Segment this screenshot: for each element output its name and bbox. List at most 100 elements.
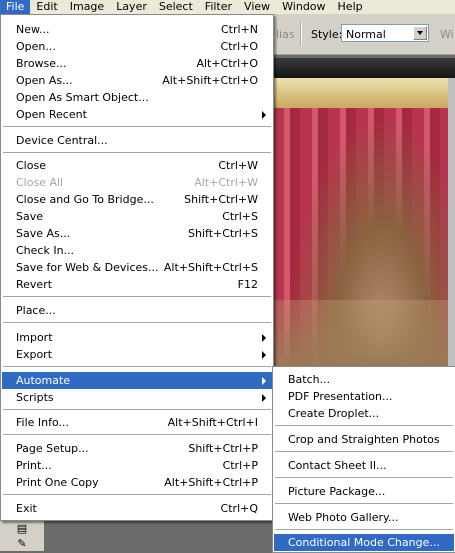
menu-item-label: Print One Copy (16, 476, 99, 489)
menu-layer[interactable]: Layer (110, 0, 153, 14)
submenu-item-pdf-presentation[interactable]: PDF Presentation... (274, 388, 454, 405)
menu-item-print[interactable]: Print... Ctrl+P (2, 457, 272, 474)
menu-item-new[interactable]: New... Ctrl+N (2, 21, 272, 38)
menu-edit[interactable]: Edit (30, 0, 63, 14)
submenu-item-picture-package[interactable]: Picture Package... (274, 483, 454, 500)
vertical-scrollbar[interactable] (448, 78, 455, 370)
notes-tool-icon[interactable]: ▤ (14, 522, 30, 536)
menu-item-label: Picture Package... (288, 485, 386, 498)
chevron-down-icon[interactable] (413, 26, 427, 40)
file-menu: New... Ctrl+N Open... Ctrl+O Browse... Alt+… (0, 14, 274, 521)
menu-item-shortcut: Ctrl+S (222, 210, 258, 223)
menu-item-shortcut: Alt+Ctrl+O (196, 57, 258, 70)
menu-item-close-and-go-to-bridge[interactable]: Close and Go To Bridge... Shift+Ctrl+W (2, 191, 272, 208)
menu-item-shortcut: Alt+Shift+Ctrl+I (167, 416, 258, 429)
menu-item-place[interactable]: Place... (2, 302, 272, 319)
menu-item-print-one-copy[interactable]: Print One Copy Alt+Shift+Ctrl+P (2, 474, 272, 491)
menu-item-open-recent[interactable]: Open Recent (2, 106, 272, 123)
menu-item-open[interactable]: Open... Ctrl+O (2, 38, 272, 55)
antialias-label: lias (276, 28, 295, 41)
menu-item-label: Open Recent (16, 108, 87, 121)
menu-item-label: Check In... (16, 244, 75, 257)
menu-separator (3, 434, 271, 435)
menu-separator (275, 477, 453, 478)
submenu-item-create-droplet[interactable]: Create Droplet... (274, 405, 454, 422)
menu-separator (3, 152, 271, 153)
menu-item-close[interactable]: Close Ctrl+W (2, 157, 272, 174)
menu-item-shortcut: Alt+Shift+Ctrl+P (164, 476, 258, 489)
menu-item-label: Close (16, 159, 46, 172)
menu-item-revert[interactable]: Revert F12 (2, 276, 272, 293)
automate-submenu: Batch... PDF Presentation... Create Drop… (272, 366, 455, 553)
menu-select[interactable]: Select (153, 0, 199, 14)
menu-item-browse[interactable]: Browse... Alt+Ctrl+O (2, 55, 272, 72)
menu-item-import[interactable]: Import (2, 329, 272, 346)
menu-item-save-for-web[interactable]: Save for Web & Devices... Alt+Shift+Ctrl+… (2, 259, 272, 276)
menu-separator (275, 529, 453, 530)
menu-item-shortcut: Alt+Ctrl+W (194, 176, 258, 189)
menu-item-label: File Info... (16, 416, 70, 429)
submenu-arrow-icon (262, 111, 266, 119)
menu-item-shortcut: Shift+Ctrl+S (188, 227, 258, 240)
menu-item-shortcut: Alt+Shift+Ctrl+O (162, 74, 258, 87)
menu-item-shortcut: F12 (237, 278, 258, 291)
menu-item-label: Browse... (16, 57, 67, 70)
menu-item-shortcut: Ctrl+P (222, 459, 258, 472)
eyedropper-tool-icon[interactable]: ✎ (14, 537, 30, 551)
menu-item-open-as-smart-object[interactable]: Open As Smart Object... (2, 89, 272, 106)
menu-window[interactable]: Window (276, 0, 331, 14)
menu-item-label: Open As... (16, 74, 73, 87)
document-canvas-image[interactable] (272, 78, 455, 370)
menu-item-label: Web Photo Gallery... (288, 511, 399, 524)
menu-help[interactable]: Help (332, 0, 369, 14)
menu-item-save[interactable]: Save Ctrl+S (2, 208, 272, 225)
menu-item-export[interactable]: Export (2, 346, 272, 363)
menu-item-shortcut: Ctrl+O (220, 40, 258, 53)
menu-item-check-in[interactable]: Check In... (2, 242, 272, 259)
menu-view[interactable]: View (238, 0, 276, 14)
menu-item-label: Save As... (16, 227, 71, 240)
submenu-item-crop-and-straighten[interactable]: Crop and Straighten Photos (274, 431, 454, 448)
menu-item-label: PDF Presentation... (288, 390, 393, 403)
style-select[interactable]: Normal (341, 24, 429, 42)
menu-item-label: Open... (16, 40, 56, 53)
submenu-item-batch[interactable]: Batch... (274, 371, 454, 388)
menu-separator (275, 425, 453, 426)
menu-item-label: Page Setup... (16, 442, 89, 455)
menu-item-shortcut: Alt+Shift+Ctrl+S (163, 261, 258, 274)
menu-item-file-info[interactable]: File Info... Alt+Shift+Ctrl+I (2, 414, 272, 431)
menu-item-label: Conditional Mode Change... (288, 536, 440, 549)
submenu-arrow-icon (262, 377, 266, 385)
menu-separator (3, 322, 271, 323)
document-titlebar[interactable] (270, 58, 455, 78)
menu-separator (275, 451, 453, 452)
menu-item-page-setup[interactable]: Page Setup... Shift+Ctrl+P (2, 440, 272, 457)
submenu-item-contact-sheet[interactable]: Contact Sheet II... (274, 457, 454, 474)
menu-item-automate[interactable]: Automate (2, 372, 272, 389)
menu-item-save-as[interactable]: Save As... Shift+Ctrl+S (2, 225, 272, 242)
style-select-value: Normal (346, 28, 386, 41)
menu-item-label: Batch... (288, 373, 331, 386)
menu-item-label: Crop and Straighten Photos (288, 433, 440, 446)
menu-item-label: Exit (16, 502, 37, 515)
menu-item-label: Revert (16, 278, 53, 291)
menu-item-shortcut: Ctrl+W (218, 159, 258, 172)
submenu-item-conditional-mode-change[interactable]: Conditional Mode Change... (274, 534, 454, 551)
menu-filter[interactable]: Filter (199, 0, 238, 14)
menu-item-label: Print... (16, 459, 52, 472)
menu-item-exit[interactable]: Exit Ctrl+Q (2, 500, 272, 517)
options-separator (300, 22, 302, 46)
menu-image[interactable]: Image (64, 0, 110, 14)
submenu-item-web-photo-gallery[interactable]: Web Photo Gallery... (274, 509, 454, 526)
menu-item-scripts[interactable]: Scripts (2, 389, 272, 406)
submenu-arrow-icon (262, 334, 266, 342)
menu-item-open-as[interactable]: Open As... Alt+Shift+Ctrl+O (2, 72, 272, 89)
menu-item-shortcut: Ctrl+N (220, 23, 258, 36)
submenu-arrow-icon (262, 351, 266, 359)
width-label: Wi (440, 28, 454, 41)
menu-item-shortcut: Ctrl+Q (220, 502, 258, 515)
menu-file[interactable]: File (0, 0, 31, 14)
menu-item-device-central[interactable]: Device Central... (2, 132, 272, 149)
menu-separator (3, 366, 271, 367)
menu-separator (3, 409, 271, 410)
